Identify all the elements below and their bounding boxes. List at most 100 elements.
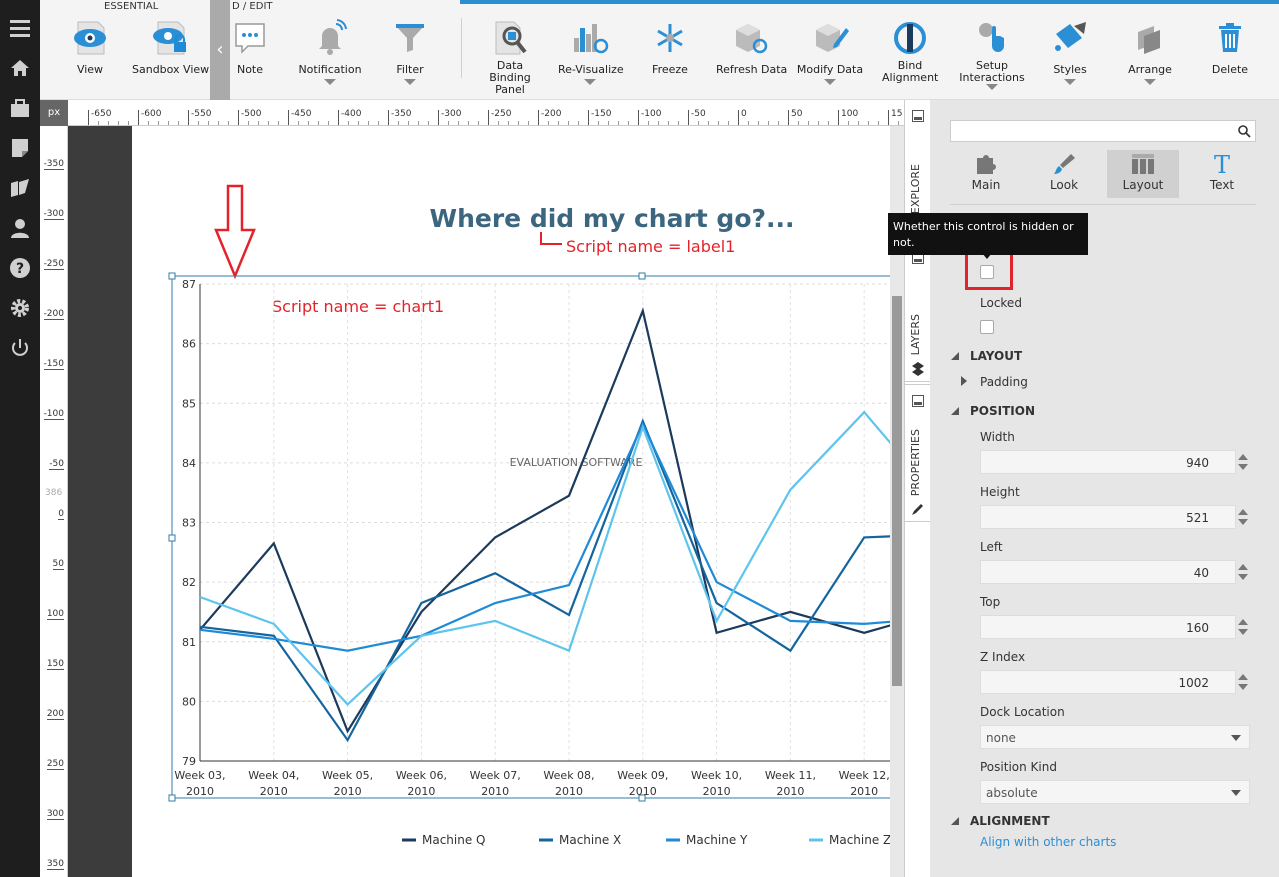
panel-icon: [912, 395, 924, 407]
setup-interactions-button[interactable]: Setup Interactions: [958, 18, 1026, 96]
styles-button[interactable]: Styles: [1048, 18, 1092, 96]
ruler-h-tick: [888, 110, 889, 125]
ruler-h-tick: [288, 110, 289, 125]
scrollbar-thumb[interactable]: [892, 296, 902, 686]
x-tick-label: 2010: [260, 785, 288, 798]
delete-button[interactable]: Delete: [1206, 18, 1254, 96]
briefcase-icon[interactable]: [0, 86, 40, 126]
tab-look[interactable]: Look: [1028, 150, 1100, 198]
position-section-header[interactable]: POSITION: [970, 404, 1035, 418]
caret-down-icon: [824, 79, 836, 85]
note-button[interactable]: Note: [230, 18, 270, 96]
caret-down-icon: [324, 79, 336, 85]
ruler-v-label: -350: [43, 159, 64, 170]
svg-text:T: T: [1214, 152, 1230, 176]
position-kind-select[interactable]: absolute: [980, 780, 1250, 804]
property-search-input[interactable]: [950, 120, 1256, 142]
ruler-v-label: -150: [43, 359, 64, 370]
ruler-v-label: -250: [43, 259, 64, 270]
collapse-triangle-icon[interactable]: [950, 816, 960, 826]
spinner-arrows-icon[interactable]: [1236, 560, 1250, 584]
data-binding-panel-button[interactable]: Data Binding Panel: [476, 18, 544, 96]
note-bubble-icon: [235, 23, 265, 54]
toolbar-divider: [461, 18, 462, 78]
height-input[interactable]: 521: [980, 505, 1236, 529]
bind-alignment-button[interactable]: Bind Alignment: [880, 18, 940, 96]
x-tick-label: Week 06,: [396, 769, 447, 782]
funnel-icon: [396, 24, 424, 52]
y-tick-label: 87: [182, 278, 196, 291]
ruler-h-label: -500: [241, 109, 262, 119]
layers-icon: [912, 362, 924, 376]
filter-button[interactable]: Filter: [390, 18, 430, 96]
left-input[interactable]: 40: [980, 560, 1236, 584]
paint-bucket-icon: [1055, 22, 1086, 51]
caret-down-icon: [986, 84, 998, 90]
section-label-essential: ESSENTIAL: [104, 1, 159, 12]
dock-location-label: Dock Location: [980, 705, 1065, 719]
tab-layers[interactable]: LAYERS: [905, 242, 931, 382]
ruler-v-label: -200: [43, 309, 64, 320]
setup-interactions-label: Setup Interactions: [959, 59, 1025, 84]
padding-label[interactable]: Padding: [980, 375, 1028, 389]
locked-checkbox[interactable]: [980, 320, 994, 334]
x-tick-label: Week 12,: [839, 769, 890, 782]
power-icon[interactable]: [0, 326, 40, 366]
x-tick-label: 2010: [850, 785, 878, 798]
y-tick-label: 81: [182, 636, 196, 649]
tab-text[interactable]: T Text: [1186, 150, 1258, 198]
spinner-arrows-icon[interactable]: [1236, 670, 1250, 694]
home-icon[interactable]: [0, 46, 40, 86]
ruler-h-tick: [788, 110, 789, 125]
tab-main[interactable]: Main: [950, 150, 1022, 198]
help-icon[interactable]: ?: [0, 246, 40, 286]
user-icon[interactable]: [0, 206, 40, 246]
revisualize-button[interactable]: Re-Visualize: [558, 18, 624, 96]
gear-icon[interactable]: [0, 286, 40, 326]
vertical-ruler: -350 -300 -250 -200 -150 -100 -50 0 50 100 150 200 2…: [40, 126, 68, 877]
tab-divider: [950, 204, 1256, 205]
arrange-button[interactable]: Arrange: [1126, 18, 1174, 96]
freeze-button[interactable]: Freeze: [646, 18, 694, 96]
ruler-h-label: -100: [641, 109, 662, 119]
x-tick-label: Week 08,: [543, 769, 594, 782]
width-input[interactable]: 940: [980, 450, 1236, 474]
layout-section-header[interactable]: LAYOUT: [970, 349, 1022, 363]
chevron-down-icon: [1231, 790, 1241, 796]
ruler-h-tick: [838, 110, 839, 125]
x-tick-label: Week 03,: [174, 769, 225, 782]
x-tick-label: Week 07,: [470, 769, 521, 782]
alignment-section-header[interactable]: ALIGNMENT: [970, 814, 1050, 828]
note-icon[interactable]: [0, 126, 40, 166]
collapse-ribbon-button[interactable]: ‹: [210, 0, 230, 100]
ruler-h-label: 50: [791, 109, 803, 119]
dock-location-select[interactable]: none: [980, 725, 1250, 749]
zindex-input[interactable]: 1002: [980, 670, 1236, 694]
align-with-other-charts-link[interactable]: Align with other charts: [980, 835, 1116, 849]
chevron-left-icon: ‹: [216, 39, 224, 60]
modify-data-button[interactable]: Modify Data: [796, 18, 864, 96]
spinner-arrows-icon[interactable]: [1236, 505, 1250, 529]
spinner-arrows-icon[interactable]: [1236, 450, 1250, 474]
width-label: Width: [980, 430, 1015, 444]
collapse-triangle-icon[interactable]: [950, 406, 960, 416]
expand-triangle-icon[interactable]: [960, 376, 968, 386]
tab-properties[interactable]: PROPERTIES: [905, 384, 931, 522]
tab-layout[interactable]: Layout: [1107, 150, 1179, 198]
layout-grid-icon: [1132, 154, 1154, 174]
interactions-hand-icon: [979, 23, 1004, 52]
ruler-h-label: -50: [691, 109, 706, 119]
ruler-h-label: -600: [141, 109, 162, 119]
menu-icon[interactable]: [0, 6, 40, 46]
refresh-data-button[interactable]: Refresh Data: [716, 18, 787, 96]
top-input[interactable]: 160: [980, 615, 1236, 639]
sandbox-view-button[interactable]: Sandbox View: [132, 18, 209, 96]
notification-button[interactable]: Notification: [298, 18, 362, 96]
ruler-v-label: 50: [52, 559, 64, 570]
ruler-v-label: 150: [46, 659, 64, 670]
collapse-triangle-icon[interactable]: [950, 351, 960, 361]
view-button[interactable]: View: [60, 18, 120, 96]
bind-alignment-label: Bind Alignment: [882, 59, 939, 84]
spinner-arrows-icon[interactable]: [1236, 615, 1250, 639]
folder-icon[interactable]: [0, 166, 40, 206]
